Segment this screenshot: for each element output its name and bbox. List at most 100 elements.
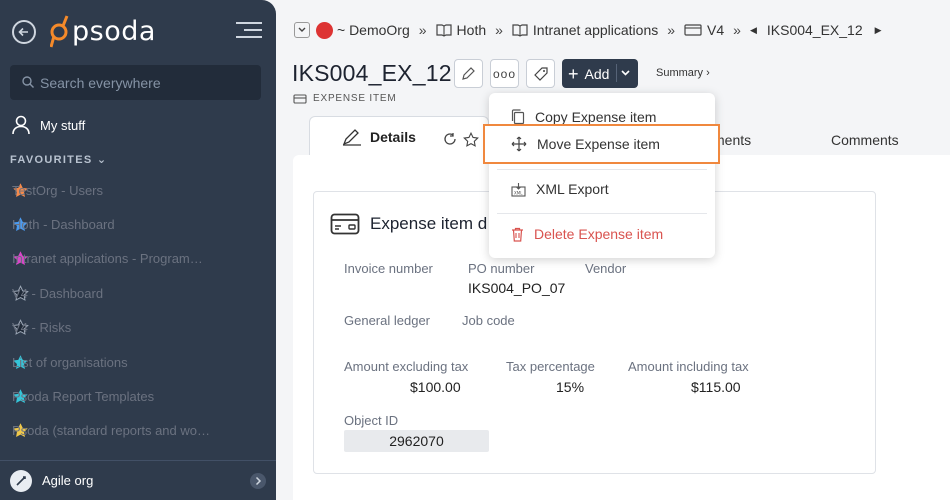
add-button[interactable]: + Add bbox=[562, 59, 638, 88]
breadcrumb: ~ DemoOrg » Hoth » Intranet applications… bbox=[294, 20, 882, 40]
caret-left-icon[interactable]: ◀ bbox=[750, 25, 757, 36]
copy-icon bbox=[511, 109, 525, 125]
chevron-down-icon[interactable] bbox=[294, 22, 310, 38]
psoda-logo-icon bbox=[50, 15, 69, 48]
amount-incl-value: $115.00 bbox=[691, 379, 741, 395]
tab-details[interactable]: Details bbox=[309, 116, 489, 156]
move-arrows-icon bbox=[511, 136, 527, 152]
back-arrow-icon[interactable] bbox=[12, 20, 36, 44]
invoice-number-label: Invoice number bbox=[344, 261, 433, 276]
plus-icon: + bbox=[568, 63, 579, 84]
breadcrumb-separator: » bbox=[418, 22, 427, 38]
tag-icon bbox=[533, 66, 548, 81]
my-stuff-link[interactable]: My stuff bbox=[12, 115, 85, 135]
ellipsis-icon: ooo bbox=[492, 66, 517, 81]
menu-divider bbox=[497, 169, 707, 170]
amount-excl-value: $100.00 bbox=[410, 379, 461, 395]
breadcrumb-separator: » bbox=[667, 22, 676, 38]
book-icon bbox=[435, 24, 452, 37]
user-icon bbox=[12, 115, 30, 135]
favourite-item[interactable]: Intranet applications - Programme… bbox=[0, 242, 276, 276]
favourite-item[interactable]: Psoda Report Templates bbox=[0, 379, 276, 413]
menu-copy-label: Copy Expense item bbox=[535, 109, 657, 125]
favourite-item[interactable]: V4 - Risks bbox=[0, 311, 276, 345]
card-title: Expense item d bbox=[330, 213, 487, 235]
star-outline-icon[interactable] bbox=[463, 132, 479, 147]
psoda-logo[interactable]: psoda bbox=[50, 14, 156, 48]
favourite-item[interactable]: V4 - Dashboard bbox=[0, 276, 276, 310]
chevron-down-icon: ⌄ bbox=[96, 154, 108, 166]
more-options-menu: Copy Expense item Move Expense item XML … bbox=[483, 93, 720, 258]
favourite-label: TestOrg - Users bbox=[12, 182, 104, 198]
menu-item-delete[interactable]: Delete Expense item bbox=[489, 221, 715, 247]
summary-link[interactable]: Summary › bbox=[656, 67, 710, 79]
xml-export-icon: XML bbox=[511, 182, 526, 197]
my-stuff-label: My stuff bbox=[40, 117, 86, 133]
tax-percentage-label: Tax percentage bbox=[506, 359, 595, 374]
favourites-header-label: FAVOURITES bbox=[10, 154, 93, 166]
favourite-label: Hoth - Dashboard bbox=[12, 217, 115, 233]
favourite-label: Psoda (standard reports and work… bbox=[12, 423, 212, 439]
tag-button[interactable] bbox=[526, 59, 555, 88]
favourite-item[interactable]: Hoth - Dashboard bbox=[0, 207, 276, 241]
book-icon bbox=[512, 24, 528, 37]
card-title-text: Expense item d bbox=[370, 214, 488, 233]
favourites-list: TestOrg - Users Hoth - Dashboard Intrane… bbox=[0, 173, 276, 448]
breadcrumb-current: IKS004_EX_12 bbox=[766, 22, 863, 38]
breadcrumb-separator: » bbox=[495, 22, 503, 38]
collapse-menu-icon[interactable] bbox=[236, 22, 262, 40]
favourite-item[interactable]: TestOrg - Users bbox=[0, 173, 276, 207]
search-input[interactable] bbox=[40, 65, 255, 100]
favourite-label: V4 - Risks bbox=[12, 320, 72, 336]
sidebar: psoda My stuff FAVOURITES ⌄ TestOrg - Us… bbox=[0, 0, 276, 500]
item-type: EXPENSE ITEM bbox=[293, 93, 397, 104]
rocket-icon bbox=[10, 469, 32, 492]
favourite-item[interactable]: Psoda (standard reports and work… bbox=[0, 414, 276, 448]
favourites-header[interactable]: FAVOURITES ⌄ bbox=[10, 153, 107, 166]
caret-right-icon[interactable]: ▶ bbox=[875, 25, 882, 36]
breadcrumb-org[interactable]: ~ DemoOrg bbox=[337, 22, 410, 38]
pencil-icon bbox=[462, 67, 475, 80]
object-id-value: 2962070 bbox=[344, 430, 489, 452]
refresh-icon[interactable] bbox=[443, 132, 457, 146]
general-ledger-label: General ledger bbox=[344, 313, 430, 328]
card-icon bbox=[293, 93, 307, 104]
pencil-icon bbox=[342, 128, 361, 146]
svg-text:XML: XML bbox=[514, 190, 523, 195]
menu-divider bbox=[497, 213, 707, 214]
po-number-value: IKS004_PO_07 bbox=[468, 280, 566, 296]
tab-comments[interactable]: Comments bbox=[831, 132, 899, 148]
more-options-button[interactable]: ooo bbox=[490, 59, 519, 88]
favourite-label: Intranet applications - Programme… bbox=[12, 251, 212, 267]
menu-item-xml-export[interactable]: XML XML Export bbox=[489, 176, 715, 202]
search-icon bbox=[22, 76, 34, 88]
object-id-label: Object ID bbox=[344, 413, 399, 428]
tax-percentage-value: 15% bbox=[556, 379, 585, 395]
menu-delete-label: Delete Expense item bbox=[534, 226, 664, 242]
amount-incl-label: Amount including tax bbox=[628, 359, 749, 374]
breadcrumb-item[interactable]: Intranet applications bbox=[533, 22, 658, 38]
breadcrumb-item[interactable]: V4 bbox=[707, 22, 724, 38]
logo-text: psoda bbox=[72, 15, 156, 47]
chevron-down-icon[interactable] bbox=[616, 64, 633, 82]
page-title: IKS004_EX_12 bbox=[292, 60, 452, 86]
org-avatar-icon bbox=[316, 21, 333, 39]
chevron-right-icon[interactable] bbox=[250, 473, 266, 489]
breadcrumb-item[interactable]: Hoth bbox=[457, 22, 487, 38]
favourite-label: List of organisations bbox=[12, 354, 128, 370]
vendor-label: Vendor bbox=[585, 261, 627, 276]
favourite-label: V4 - Dashboard bbox=[12, 285, 104, 301]
edit-button[interactable] bbox=[454, 59, 483, 88]
item-type-label: EXPENSE ITEM bbox=[313, 93, 397, 104]
favourite-item[interactable]: List of organisations bbox=[0, 345, 276, 379]
breadcrumb-separator: » bbox=[733, 22, 741, 38]
org-name: Agile org bbox=[42, 473, 94, 488]
folder-icon bbox=[684, 24, 702, 36]
tab-details-label: Details bbox=[370, 128, 416, 145]
menu-xml-label: XML Export bbox=[536, 181, 609, 197]
trash-icon bbox=[512, 227, 523, 242]
org-switcher[interactable]: Agile org bbox=[0, 460, 276, 500]
search-box[interactable] bbox=[10, 65, 261, 100]
menu-item-move[interactable]: Move Expense item bbox=[483, 124, 720, 164]
add-button-label: Add bbox=[584, 65, 610, 82]
